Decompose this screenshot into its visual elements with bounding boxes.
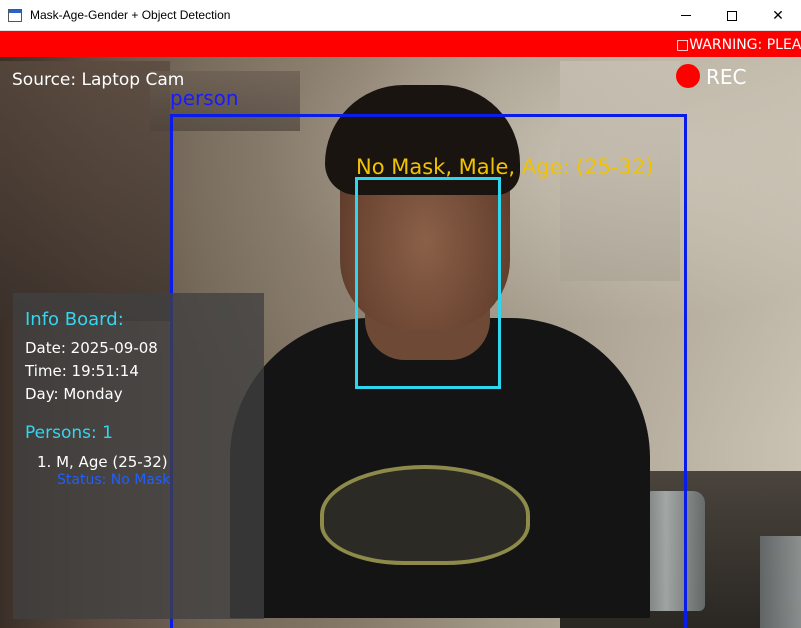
close-button[interactable]: ✕: [755, 0, 801, 31]
background-door: [0, 61, 170, 321]
window-titlebar: Mask-Age-Gender + Object Detection ✕: [0, 0, 801, 31]
minimize-icon: [681, 15, 691, 16]
maximize-icon: [727, 10, 737, 21]
close-icon: ✕: [772, 7, 784, 24]
person-detection-label: person: [170, 86, 239, 110]
info-date: Date: 2025-09-08: [25, 339, 158, 357]
person-entry: 1. M, Age (25-32): [37, 453, 168, 471]
info-time: Time: 19:51:14: [25, 362, 139, 380]
window-title: Mask-Age-Gender + Object Detection: [30, 8, 231, 22]
glass-jar-2: [760, 536, 801, 628]
info-board-title: Info Board:: [25, 309, 124, 330]
record-dot-icon: [676, 64, 700, 88]
warning-text: □WARNING: PLEAS: [676, 37, 801, 53]
minimize-button[interactable]: [663, 0, 709, 31]
warning-banner: □WARNING: PLEAS: [0, 31, 801, 57]
info-board: Info Board: Date: 2025-09-08 Time: 19:51…: [13, 293, 264, 619]
persons-count: Persons: 1: [25, 423, 113, 443]
person-status: Status: No Mask: [57, 472, 171, 488]
rec-label: REC: [706, 65, 747, 89]
maximize-button[interactable]: [709, 0, 755, 31]
source-label: Source: Laptop Cam: [12, 70, 185, 90]
face-detection-label: No Mask, Male, Age: (25-32): [356, 155, 654, 179]
face-bounding-box: [355, 177, 501, 389]
app-window-icon: [8, 9, 22, 22]
info-day: Day: Monday: [25, 385, 123, 403]
